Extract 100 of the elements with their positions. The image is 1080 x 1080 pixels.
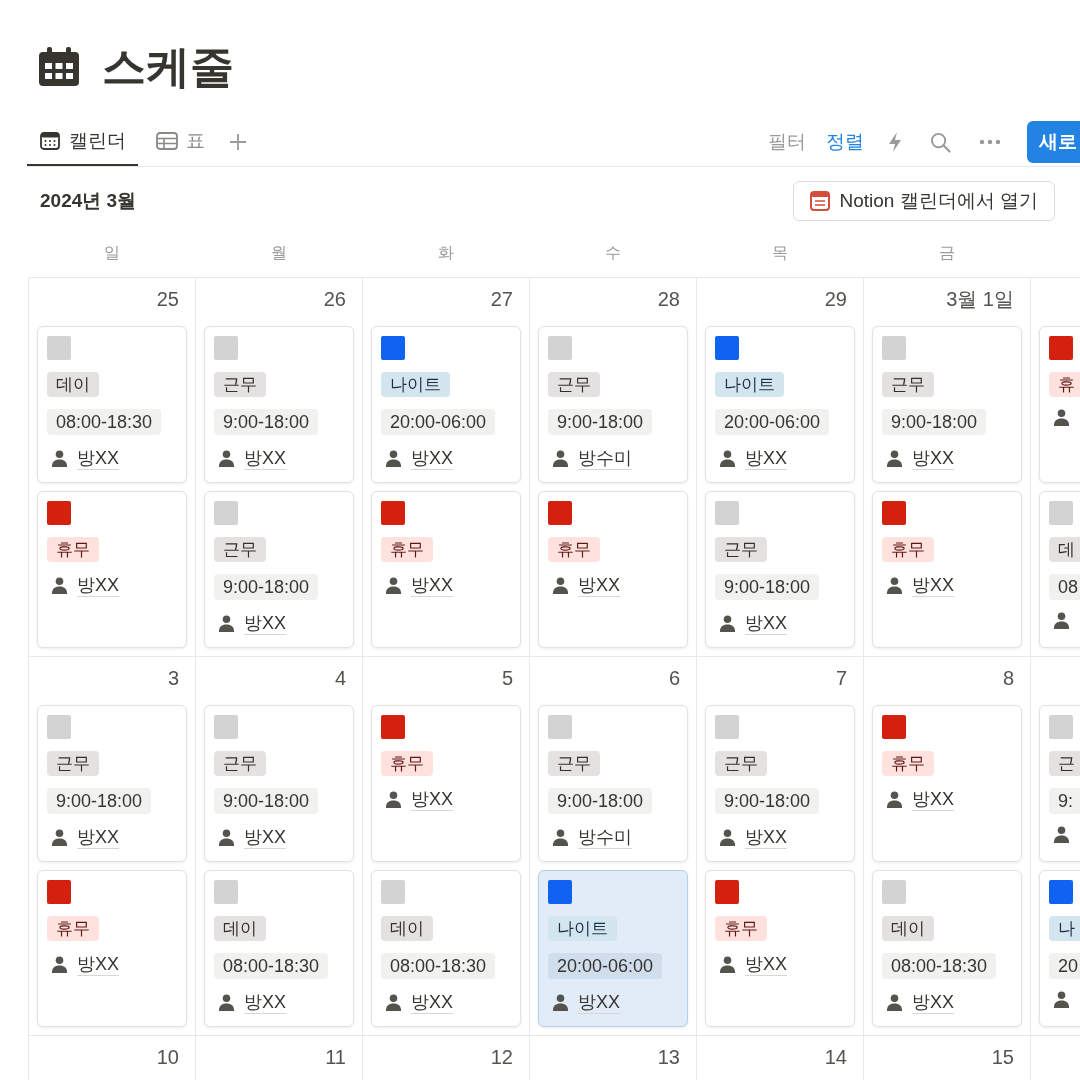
event-card[interactable]: 휴무 방XX <box>872 491 1022 648</box>
person-icon <box>218 615 235 632</box>
person-icon <box>719 956 736 973</box>
day-number: 12 <box>490 1045 513 1069</box>
person-name[interactable]: 방XX <box>912 574 954 597</box>
sort-button[interactable]: 정렬 <box>824 129 866 155</box>
person-icon <box>552 994 569 1011</box>
event-card[interactable]: 데이 08:00-18:30 방XX <box>872 870 1022 1027</box>
person-name[interactable]: 방XX <box>745 826 787 849</box>
person-name[interactable]: 방XX <box>578 991 620 1014</box>
event-card[interactable]: 근무 9:00-18:00 방XX <box>37 705 187 862</box>
event-card[interactable]: 나이트 20:00-06:00 방XX <box>538 870 688 1027</box>
event-card[interactable]: 휴무 방XX <box>705 870 855 1027</box>
person-name[interactable]: 방XX <box>912 447 954 470</box>
person-name[interactable]: 방XX <box>77 447 119 470</box>
person-name[interactable]: 방XX <box>77 826 119 849</box>
shift-time: 08 <box>1049 574 1080 600</box>
person-name[interactable]: 방XX <box>244 447 286 470</box>
event-card[interactable]: 휴무 방XX <box>872 705 1022 862</box>
lightning-icon[interactable] <box>888 131 902 153</box>
person-name[interactable]: 방XX <box>411 574 453 597</box>
shift-tag: 나이트 <box>548 916 617 941</box>
event-card[interactable]: 근무 9:00-18:00 방XX <box>872 326 1022 483</box>
person-icon <box>51 577 68 594</box>
weekday-label: 일 <box>102 242 121 263</box>
open-calendar-button[interactable]: Notion 캘린더에서 열기 <box>792 181 1055 221</box>
event-card[interactable]: 휴무 방XX <box>37 491 187 648</box>
person-name[interactable]: 방수미 <box>578 447 632 470</box>
page-title: 스케줄 <box>102 40 234 93</box>
weekday-label: 화 <box>436 242 455 263</box>
shift-tag: 근무 <box>214 537 266 562</box>
shift-tag: 나 <box>1049 916 1080 941</box>
event-card[interactable]: 근무 9:00-18:00 방수미 <box>538 705 688 862</box>
person-name[interactable]: 방XX <box>244 612 286 635</box>
month-label: 2024년 3월 <box>40 189 137 213</box>
event-card[interactable]: 근무 9:00-18:00 방XX <box>204 326 354 483</box>
event-card[interactable]: 데이 08:00-18:30 방XX <box>371 870 521 1027</box>
event-card[interactable]: 휴무 방XX <box>37 870 187 1027</box>
person-icon <box>1053 612 1070 629</box>
person-name[interactable]: 방XX <box>244 991 286 1014</box>
event-card[interactable]: 휴무 방XX <box>371 705 521 862</box>
event-card[interactable]: 휴 <box>1039 326 1080 483</box>
shift-tag: 데 <box>1049 537 1080 562</box>
day-number: 6 <box>668 666 680 690</box>
person-icon <box>218 829 235 846</box>
view-tab[interactable]: 표 <box>144 118 217 166</box>
search-icon[interactable] <box>930 131 951 153</box>
person-icon <box>51 956 68 973</box>
event-card[interactable]: 근무 9:00-18:00 방XX <box>705 491 855 648</box>
add-view-icon[interactable] <box>229 133 247 151</box>
shift-time: 08:00-18:30 <box>47 409 162 435</box>
shift-tag: 휴무 <box>882 751 934 776</box>
person-icon <box>886 791 903 808</box>
person-name[interactable]: 방XX <box>745 953 787 976</box>
person-name[interactable]: 방XX <box>912 788 954 811</box>
shift-time: 9:00-18:00 <box>214 409 319 435</box>
person-name[interactable]: 방XX <box>912 991 954 1014</box>
person-icon <box>385 450 402 467</box>
person-name[interactable]: 방XX <box>77 953 119 976</box>
person-name[interactable]: 방XX <box>578 574 620 597</box>
day-number: 29 <box>824 287 847 311</box>
person-name[interactable]: 방XX <box>77 574 119 597</box>
event-card[interactable]: 휴무 방XX <box>538 491 688 648</box>
shift-time: 08:00-18:30 <box>381 953 496 979</box>
person-icon <box>552 450 569 467</box>
shift-tag: 근무 <box>214 372 266 397</box>
table-icon <box>156 132 178 150</box>
person-name[interactable]: 방수미 <box>578 826 632 849</box>
event-card[interactable]: 근 9: <box>1039 705 1080 862</box>
person-name[interactable]: 방XX <box>411 788 453 811</box>
event-card[interactable]: 휴무 방XX <box>371 491 521 648</box>
event-card[interactable]: 데 08 <box>1039 491 1080 648</box>
person-name[interactable]: 방XX <box>745 612 787 635</box>
person-name[interactable]: 방XX <box>244 826 286 849</box>
day-number: 7 <box>835 666 847 690</box>
shift-tag: 데이 <box>381 916 433 941</box>
shift-tag: 나이트 <box>381 372 450 397</box>
event-card[interactable]: 근무 9:00-18:00 방XX <box>204 491 354 648</box>
more-icon[interactable] <box>979 139 1001 145</box>
shift-tag: 근무 <box>548 751 600 776</box>
event-card[interactable]: 근무 9:00-18:00 방XX <box>204 705 354 862</box>
person-icon <box>385 791 402 808</box>
event-card[interactable]: 나이트 20:00-06:00 방XX <box>371 326 521 483</box>
shift-tag: 근무 <box>548 372 600 397</box>
person-icon <box>719 615 736 632</box>
day-number: 4 <box>334 666 346 690</box>
person-name[interactable]: 방XX <box>411 447 453 470</box>
event-card[interactable]: 근무 9:00-18:00 방XX <box>705 705 855 862</box>
event-card[interactable]: 데이 08:00-18:30 방XX <box>204 870 354 1027</box>
event-card[interactable]: 나 20 <box>1039 870 1080 1027</box>
shift-time: 20:00-06:00 <box>381 409 496 435</box>
new-button[interactable]: 새로 <box>1027 121 1080 163</box>
view-tab[interactable]: 캘린더 <box>27 118 138 166</box>
event-card[interactable]: 나이트 20:00-06:00 방XX <box>705 326 855 483</box>
person-name[interactable]: 방XX <box>411 991 453 1014</box>
event-card[interactable]: 근무 9:00-18:00 방수미 <box>538 326 688 483</box>
person-name[interactable]: 방XX <box>745 447 787 470</box>
shift-tag: 근무 <box>715 751 767 776</box>
shift-time: 9: <box>1049 788 1080 814</box>
event-card[interactable]: 데이 08:00-18:30 방XX <box>37 326 187 483</box>
